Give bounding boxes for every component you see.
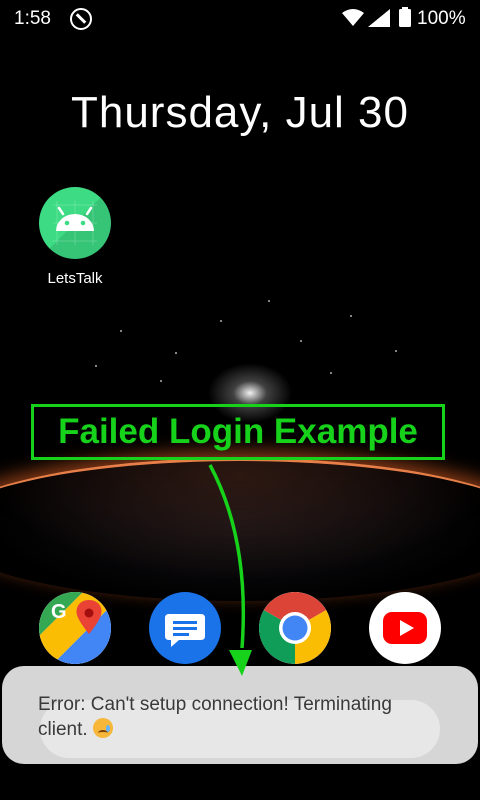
horizon-glow [0, 458, 480, 601]
star [160, 380, 162, 382]
messages-app-icon[interactable] [149, 592, 221, 664]
status-time: 1:58 [14, 8, 51, 29]
star [268, 300, 270, 302]
annotation-box: Failed Login Example [31, 404, 445, 460]
home-screen: 1:58 100% Thursday, Jul 30 LetsTalk Fail… [0, 0, 480, 800]
letstalk-app-icon[interactable] [39, 187, 111, 259]
chrome-icon [259, 592, 331, 664]
star [395, 350, 397, 352]
star [330, 372, 332, 374]
date-widget[interactable]: Thursday, Jul 30 [0, 88, 480, 138]
youtube-app-icon[interactable] [369, 592, 441, 664]
star [220, 320, 222, 322]
youtube-icon [383, 612, 427, 644]
star [95, 365, 97, 367]
svg-text:G: G [51, 601, 67, 623]
battery-percentage: 100% [417, 8, 466, 29]
star [350, 315, 352, 317]
annotation-label: Failed Login Example [58, 412, 418, 451]
star [120, 330, 122, 332]
wifi-icon [342, 9, 364, 26]
signal-icon [368, 9, 390, 27]
battery-icon [399, 7, 411, 27]
app-notification-icon [70, 8, 92, 30]
star [300, 340, 302, 342]
star [175, 352, 177, 354]
error-toast: Error: Can't setup connection! Terminati… [2, 666, 478, 764]
maps-app-icon[interactable]: G [39, 592, 111, 664]
status-bar: 1:58 100% [0, 0, 480, 36]
chrome-app-icon[interactable] [259, 592, 331, 664]
crying-face-icon [92, 718, 113, 738]
letstalk-app-label: LetsTalk [47, 270, 103, 287]
messages-icon [165, 614, 205, 647]
maps-icon: G [39, 592, 111, 664]
android-icon [39, 187, 111, 259]
toast-message: Error: Can't setup connection! Terminati… [38, 694, 392, 740]
